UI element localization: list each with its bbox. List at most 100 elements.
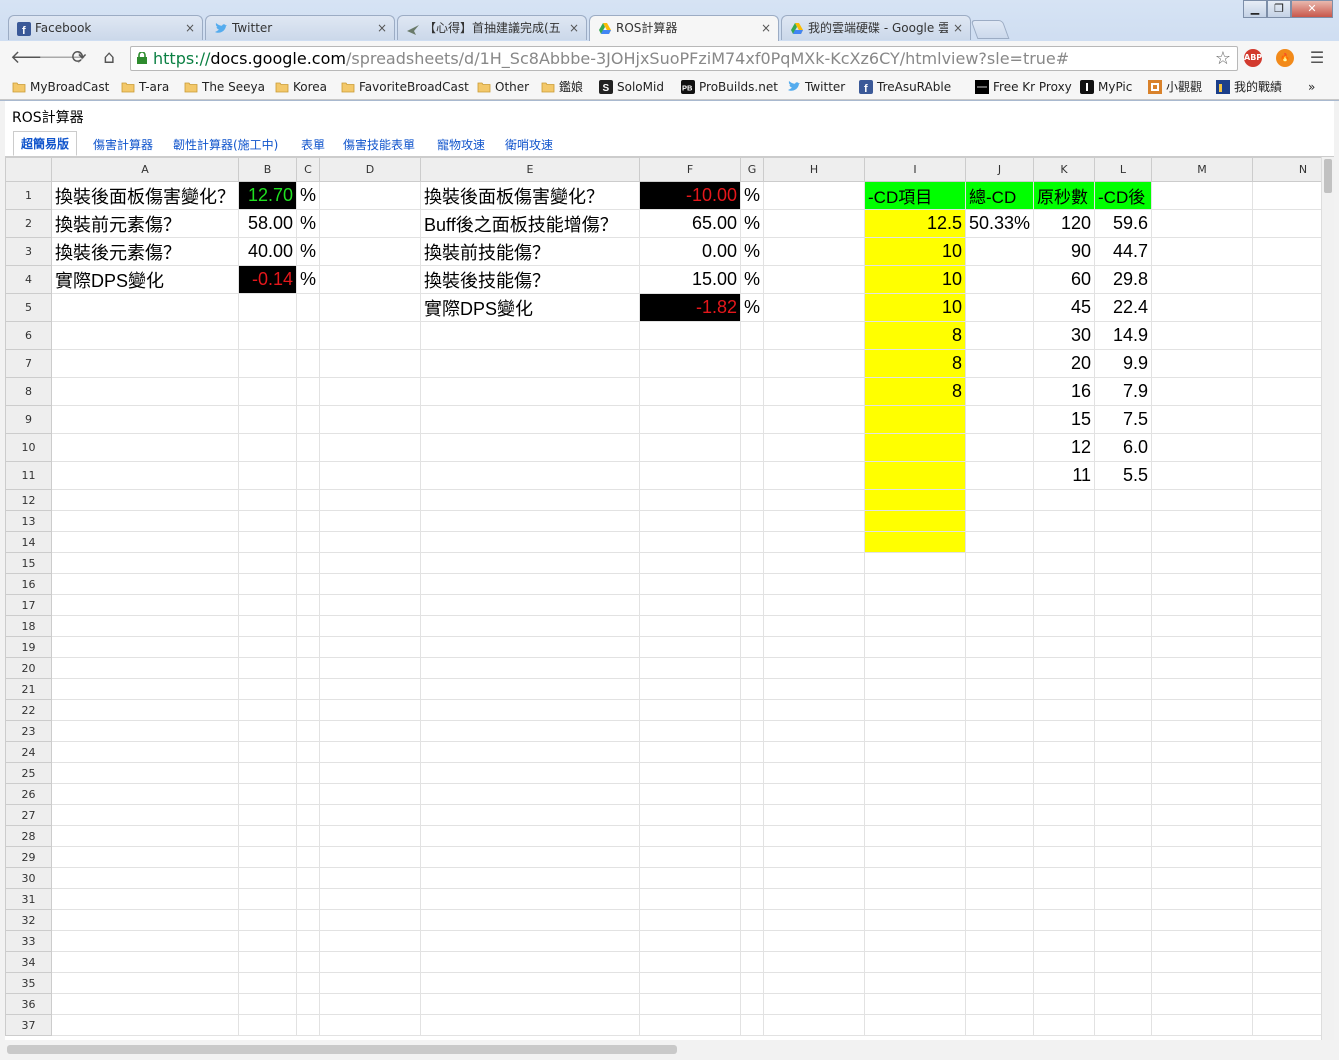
bookmark-item[interactable]: Free Kr Proxy (975, 78, 1072, 96)
cell-E12[interactable] (420, 489, 640, 511)
cell-F37[interactable] (639, 1014, 741, 1036)
cell-C37[interactable] (296, 1014, 320, 1036)
cell-L17[interactable] (1094, 594, 1152, 616)
cell-N19[interactable] (1252, 636, 1322, 658)
row-header[interactable]: 7 (5, 349, 52, 378)
row-header[interactable]: 29 (5, 846, 52, 868)
cell-G13[interactable] (740, 510, 764, 532)
row-header[interactable]: 15 (5, 552, 52, 574)
cell-N11[interactable] (1252, 461, 1322, 490)
browser-tab-0[interactable]: f Facebook × (8, 15, 203, 40)
cell-L15[interactable] (1094, 552, 1152, 574)
cell-N22[interactable] (1252, 699, 1322, 721)
cell-I11[interactable] (864, 461, 966, 490)
cell-C4[interactable]: % (296, 265, 320, 294)
cell-I4[interactable]: 10 (864, 265, 966, 294)
bookmark-item[interactable]: S SoloMid (599, 78, 664, 96)
cell-I6[interactable]: 8 (864, 321, 966, 350)
cell-J20[interactable] (965, 657, 1034, 679)
cell-A35[interactable] (51, 972, 239, 994)
cell-E2[interactable]: Buff後之面板技能增傷？ (420, 209, 640, 238)
bookmark-item[interactable]: FavoriteBroadCast (341, 78, 469, 96)
cell-J6[interactable] (965, 321, 1034, 350)
cell-F14[interactable] (639, 531, 741, 553)
cell-K8[interactable]: 16 (1033, 377, 1095, 406)
cell-D9[interactable] (319, 405, 421, 434)
bookmark-item[interactable]: Other (477, 78, 529, 96)
cell-I34[interactable] (864, 951, 966, 973)
cell-K27[interactable] (1033, 804, 1095, 826)
cell-G3[interactable]: % (740, 237, 764, 266)
cell-F22[interactable] (639, 699, 741, 721)
cell-C14[interactable] (296, 531, 320, 553)
cell-A36[interactable] (51, 993, 239, 1015)
cell-N13[interactable] (1252, 510, 1322, 532)
cell-A31[interactable] (51, 888, 239, 910)
cell-J16[interactable] (965, 573, 1034, 595)
cell-M7[interactable] (1151, 349, 1253, 378)
cell-A4[interactable]: 實際DPS變化 (51, 265, 239, 294)
cell-E29[interactable] (420, 846, 640, 868)
browser-tab-2[interactable]: 【心得】首抽建議完成(五 × (397, 15, 587, 40)
cell-D5[interactable] (319, 293, 421, 322)
cell-J23[interactable] (965, 720, 1034, 742)
cell-K12[interactable] (1033, 489, 1095, 511)
sheet-tab-5[interactable]: 寵物攻速 (437, 136, 485, 153)
cell-L22[interactable] (1094, 699, 1152, 721)
cell-K28[interactable] (1033, 825, 1095, 847)
cell-L25[interactable] (1094, 762, 1152, 784)
column-header-D[interactable]: D (319, 157, 421, 182)
cell-D37[interactable] (319, 1014, 421, 1036)
cell-E24[interactable] (420, 741, 640, 763)
cell-C11[interactable] (296, 461, 320, 490)
cell-K17[interactable] (1033, 594, 1095, 616)
cell-M13[interactable] (1151, 510, 1253, 532)
cell-G14[interactable] (740, 531, 764, 553)
cell-J37[interactable] (965, 1014, 1034, 1036)
cell-B25[interactable] (238, 762, 297, 784)
cell-H30[interactable] (763, 867, 865, 889)
cell-A27[interactable] (51, 804, 239, 826)
cell-N37[interactable] (1252, 1014, 1322, 1036)
cell-K33[interactable] (1033, 930, 1095, 952)
row-header[interactable]: 25 (5, 762, 52, 784)
cell-C27[interactable] (296, 804, 320, 826)
cell-H29[interactable] (763, 846, 865, 868)
bookmarks-overflow-button[interactable]: » (1308, 78, 1315, 96)
cell-C28[interactable] (296, 825, 320, 847)
cell-E32[interactable] (420, 909, 640, 931)
cell-M32[interactable] (1151, 909, 1253, 931)
cell-N10[interactable] (1252, 433, 1322, 462)
close-icon[interactable]: × (569, 16, 579, 40)
cell-B21[interactable] (238, 678, 297, 700)
cell-J22[interactable] (965, 699, 1034, 721)
cell-G5[interactable]: % (740, 293, 764, 322)
cell-J2[interactable]: 50.33% (965, 209, 1034, 238)
cell-C33[interactable] (296, 930, 320, 952)
cell-I18[interactable] (864, 615, 966, 637)
cell-L9[interactable]: 7.5 (1094, 405, 1152, 434)
cell-G33[interactable] (740, 930, 764, 952)
home-button[interactable]: ⌂ (98, 47, 120, 69)
cell-D22[interactable] (319, 699, 421, 721)
cell-A3[interactable]: 換裝後元素傷？ (51, 237, 239, 266)
cell-M37[interactable] (1151, 1014, 1253, 1036)
cell-F5[interactable]: -1.82 (639, 293, 741, 322)
cell-I33[interactable] (864, 930, 966, 952)
cell-M28[interactable] (1151, 825, 1253, 847)
cell-D4[interactable] (319, 265, 421, 294)
cell-H34[interactable] (763, 951, 865, 973)
new-tab-button[interactable] (970, 20, 1010, 39)
cell-I10[interactable] (864, 433, 966, 462)
cell-D6[interactable] (319, 321, 421, 350)
cell-C5[interactable] (296, 293, 320, 322)
cell-H6[interactable] (763, 321, 865, 350)
cell-J29[interactable] (965, 846, 1034, 868)
cell-H11[interactable] (763, 461, 865, 490)
cell-L11[interactable]: 5.5 (1094, 461, 1152, 490)
cell-F12[interactable] (639, 489, 741, 511)
cell-K16[interactable] (1033, 573, 1095, 595)
cell-B26[interactable] (238, 783, 297, 805)
cell-C20[interactable] (296, 657, 320, 679)
cell-B28[interactable] (238, 825, 297, 847)
